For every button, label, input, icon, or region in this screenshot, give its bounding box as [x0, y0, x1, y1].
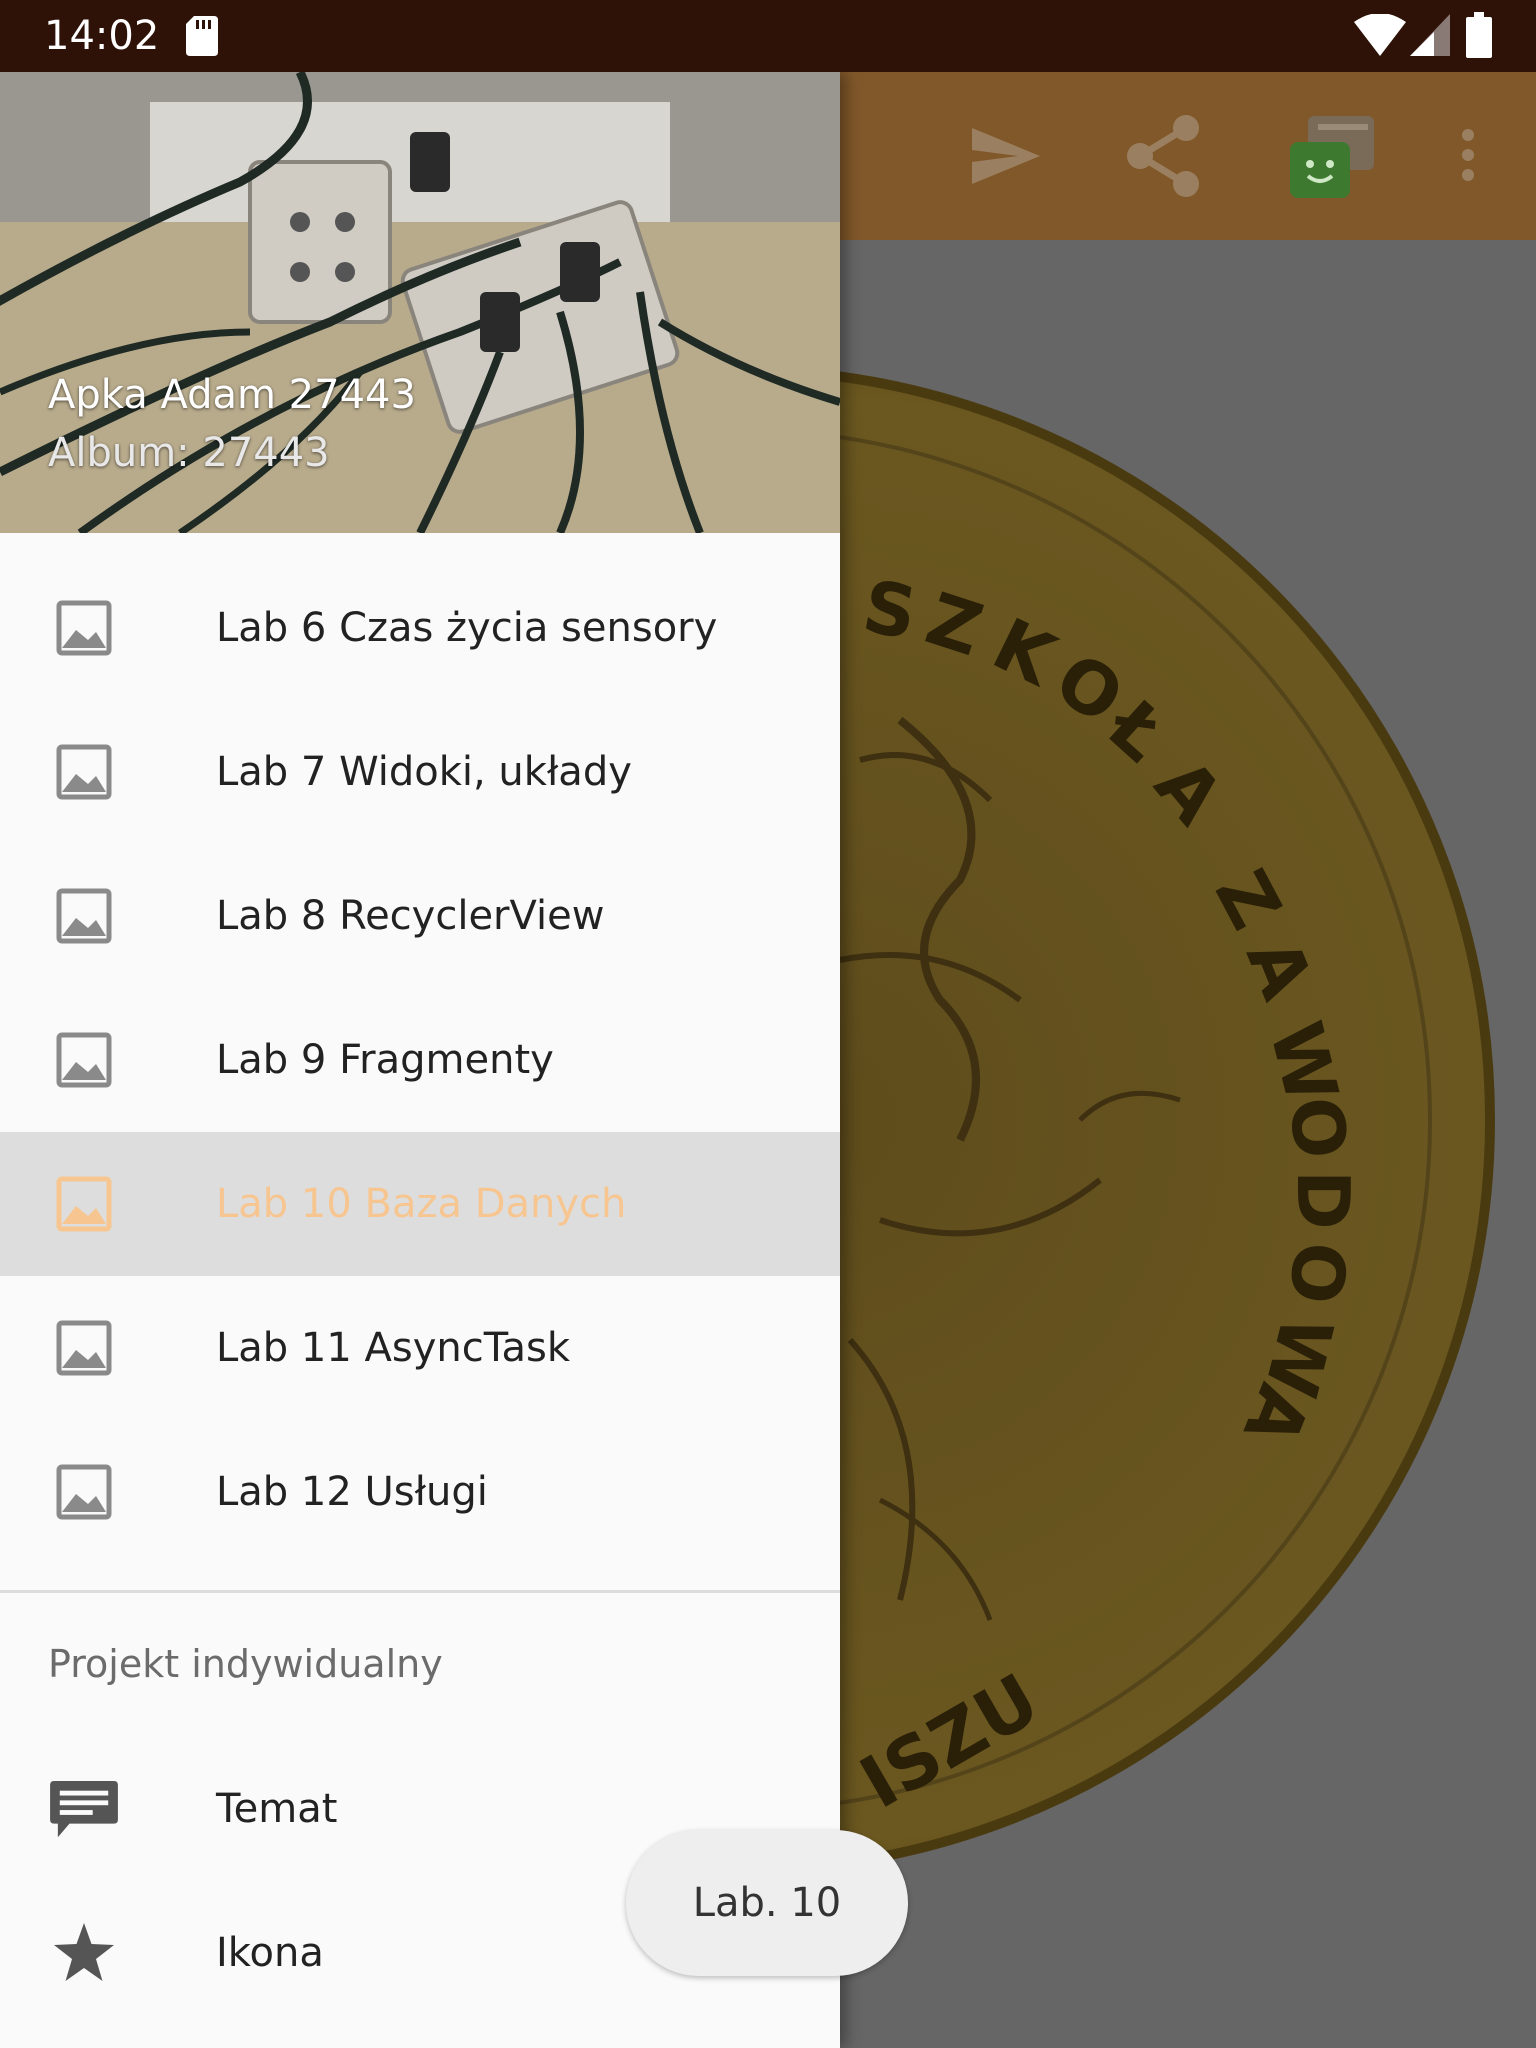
app-logo-icon[interactable] — [1286, 112, 1380, 202]
sd-card-icon — [186, 16, 218, 56]
image-icon — [56, 1032, 112, 1088]
more-icon[interactable] — [1460, 128, 1476, 182]
header-subtitle: Album: 27443 — [48, 430, 330, 476]
menu-list: Lab 6 Czas życia sensory Lab 7 Widoki, u… — [0, 556, 840, 1564]
menu-item-label: Lab 9 Fragmenty — [216, 1037, 554, 1083]
wifi-icon — [1354, 14, 1406, 56]
menu-item-label: Ikona — [216, 1930, 324, 1976]
menu-item-label: Lab 11 AsyncTask — [216, 1325, 571, 1371]
message-icon — [50, 1781, 118, 1838]
menu-item-lab-6[interactable]: Lab 6 Czas życia sensory — [0, 556, 840, 700]
menu-item-label: Lab 10 Baza Danych — [216, 1181, 627, 1227]
image-icon — [56, 1320, 112, 1376]
menu-item-lab-8[interactable]: Lab 8 RecyclerView — [0, 844, 840, 988]
coin-bottom-text: ISZU — [847, 1657, 1053, 1824]
signal-icon — [1410, 14, 1450, 56]
image-icon — [56, 888, 112, 944]
image-icon — [56, 1464, 112, 1520]
menu-item-label: Lab 12 Usługi — [216, 1469, 488, 1515]
status-bar: 14:02 — [0, 0, 1536, 72]
toast: Lab. 10 — [626, 1830, 908, 1976]
share-icon[interactable] — [1126, 114, 1202, 198]
menu-item-label: Lab 6 Czas życia sensory — [216, 605, 718, 651]
menu-item-label: Temat — [216, 1786, 338, 1832]
coin-letter: O — [1273, 1238, 1363, 1308]
coin-letter: A — [1139, 743, 1239, 840]
image-icon — [56, 600, 112, 656]
section-header: Projekt indywidualny — [48, 1642, 443, 1686]
drawer-header: Apka Adam 27443 Album: 27443 — [0, 72, 840, 533]
menu-item-lab-12[interactable]: Lab 12 Usługi — [0, 1420, 840, 1564]
coin-letter: S — [857, 564, 923, 656]
toast-text: Lab. 10 — [692, 1880, 842, 1926]
battery-icon — [1466, 12, 1492, 58]
header-title: Apka Adam 27443 — [48, 372, 416, 418]
image-icon — [56, 744, 112, 800]
coin-letter: Z — [1199, 857, 1298, 943]
coin-letter: A — [1230, 927, 1329, 1010]
menu-item-lab-7[interactable]: Lab 7 Widoki, układy — [0, 700, 840, 844]
coin-letter: Z — [917, 576, 993, 672]
coin-lettering: S Z K O Ł A Z A W O D O W A ISZU — [847, 564, 1366, 1825]
status-time: 14:02 — [44, 13, 160, 59]
send-icon[interactable] — [972, 128, 1040, 184]
menu-item-label: Lab 7 Widoki, układy — [216, 749, 632, 795]
star-icon — [54, 1923, 114, 1981]
navigation-drawer: Apka Adam 27443 Album: 27443 Lab 6 Czas … — [0, 72, 840, 2048]
menu-divider — [0, 1590, 840, 1593]
menu-item-lab-9[interactable]: Lab 9 Fragmenty — [0, 988, 840, 1132]
menu-item-lab-10[interactable]: Lab 10 Baza Danych — [0, 1132, 840, 1276]
menu-item-lab-11[interactable]: Lab 11 AsyncTask — [0, 1276, 840, 1420]
coin-letter: O — [1273, 1093, 1363, 1163]
image-icon — [56, 1176, 112, 1232]
menu-item-label: Lab 8 RecyclerView — [216, 893, 605, 939]
coin-letter: D — [1281, 1170, 1365, 1230]
